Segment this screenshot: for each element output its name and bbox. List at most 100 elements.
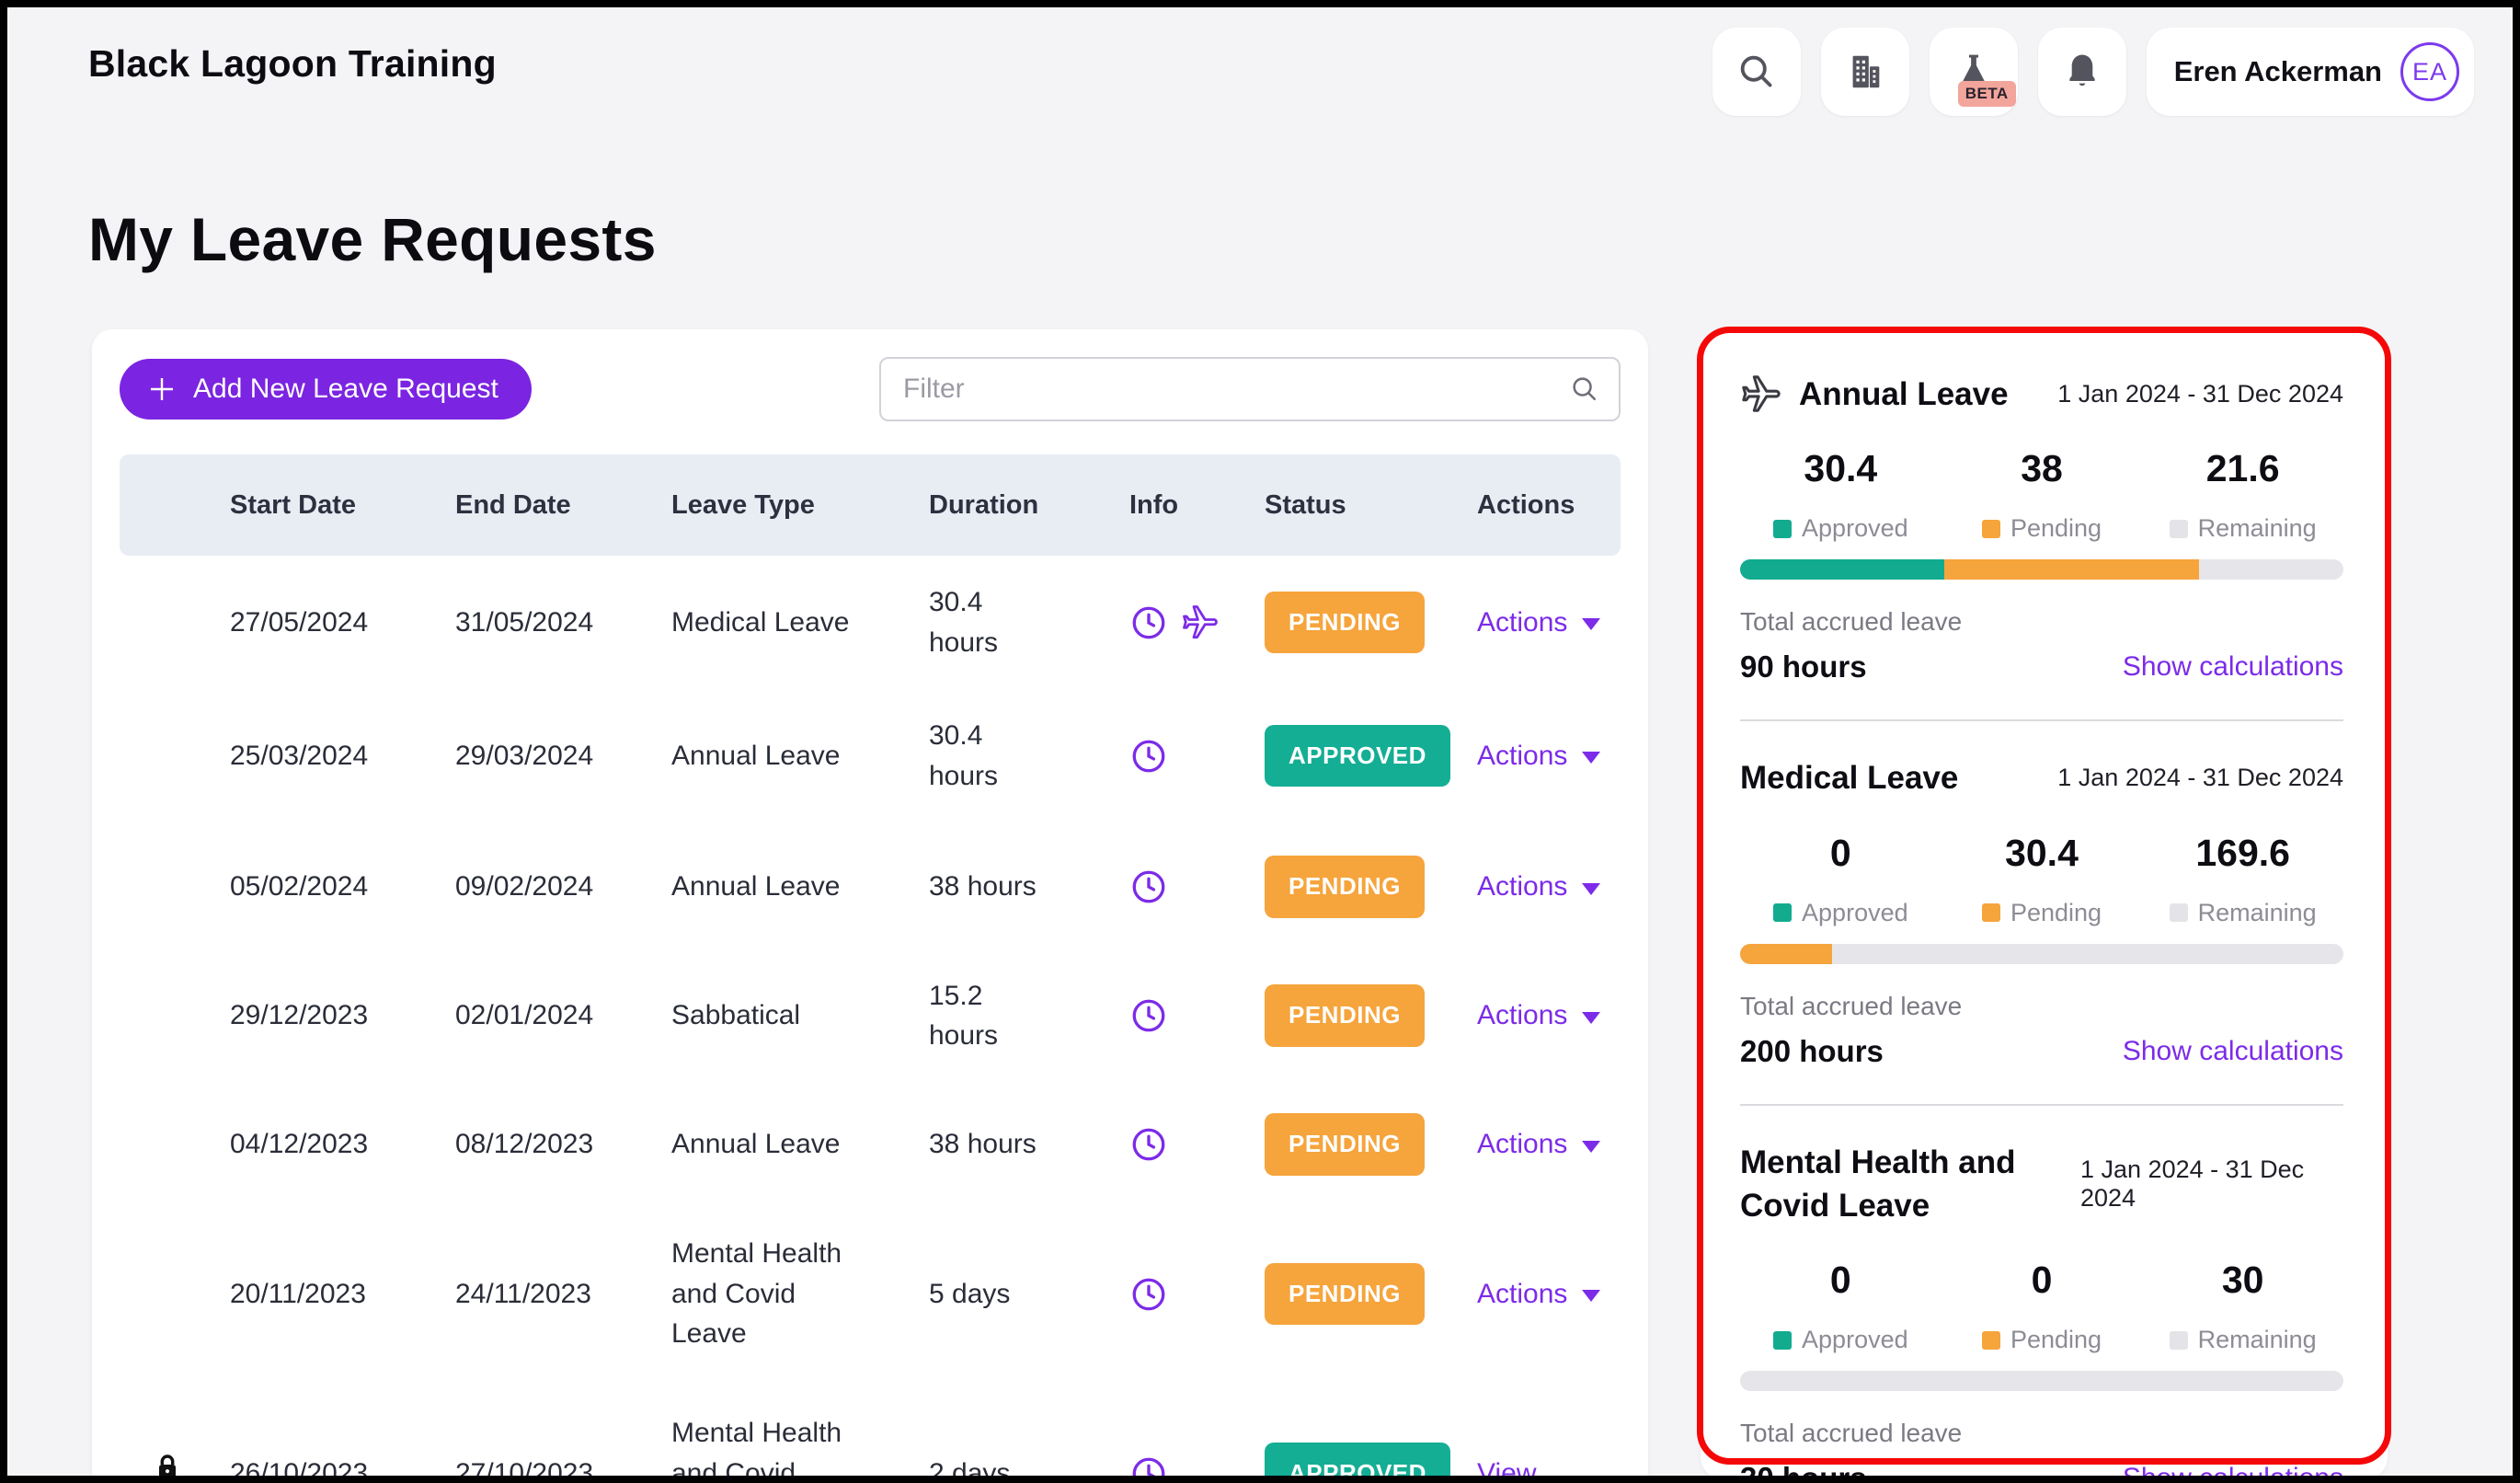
legend-label: Pending xyxy=(2010,514,2102,543)
table-body: 27/05/2024 31/05/2024 Medical Leave 30.4… xyxy=(120,556,1621,1483)
table-toolbar: Add New Leave Request xyxy=(120,357,1621,421)
info-cell xyxy=(1058,737,1196,776)
lock-cell xyxy=(120,1451,193,1476)
legend-label: Pending xyxy=(2010,898,2102,926)
caret-down-icon xyxy=(1582,618,1601,630)
section-period: 1 Jan 2024 - 31 Dec 2024 xyxy=(2057,380,2343,408)
column-header: Actions xyxy=(1477,489,1575,520)
leave-balance-section: Mental Health and Covid Leave 1 Jan 2024… xyxy=(1740,1141,2343,1476)
info-cell xyxy=(1058,1275,1196,1314)
start-date-cell: 26/10/2023 xyxy=(230,1457,369,1483)
legend-swatch xyxy=(1773,903,1793,922)
leave-balance-section: Annual Leave 1 Jan 2024 - 31 Dec 2024 30… xyxy=(1740,373,2343,722)
balance-progress-bar xyxy=(1740,1371,2343,1391)
app-title: Black Lagoon Training xyxy=(88,42,497,85)
table-row: 27/05/2024 31/05/2024 Medical Leave 30.4… xyxy=(120,556,1621,689)
balance-stats: 30.4 38 21.6 xyxy=(1740,447,2343,490)
caret-down-icon xyxy=(1582,1140,1601,1153)
actions-cell: Actions xyxy=(1426,867,1621,907)
actions-dropdown[interactable]: Actions xyxy=(1477,1124,1601,1165)
status-badge: PENDING xyxy=(1265,1262,1425,1326)
page-title: My Leave Requests xyxy=(88,205,657,273)
actions-dropdown[interactable]: Actions xyxy=(1477,736,1601,776)
legend-item: Approved xyxy=(1740,514,1942,543)
legend-swatch xyxy=(2169,903,2188,922)
column-header: Duration xyxy=(929,489,1039,520)
clock-icon xyxy=(1129,996,1168,1035)
actions-dropdown[interactable]: Actions xyxy=(1477,995,1601,1036)
actions-cell: Actions xyxy=(1426,1124,1621,1165)
add-leave-request-button[interactable]: Add New Leave Request xyxy=(120,359,532,420)
search-icon xyxy=(1735,51,1778,93)
status-cell: APPROVED xyxy=(1196,724,1450,787)
actions-dropdown[interactable]: Actions xyxy=(1477,867,1601,907)
show-calculations-link[interactable]: Show calculations xyxy=(2123,1036,2343,1067)
actions-cell: Actions xyxy=(1426,1274,1621,1315)
start-date-cell: 20/11/2023 xyxy=(230,1278,366,1309)
legend-label: Remaining xyxy=(2197,514,2317,543)
leave-type-cell: Annual Leave xyxy=(671,1129,841,1160)
total-accrued-value: 90 hours xyxy=(1740,650,1867,684)
end-date-cell: 29/03/2024 xyxy=(455,740,594,771)
actions-dropdown[interactable]: Actions xyxy=(1477,603,1601,643)
end-date-cell: 31/05/2024 xyxy=(455,606,594,638)
legend-item: Remaining xyxy=(2142,1326,2343,1354)
balance-legend: Approved Pending Remaining xyxy=(1740,899,2343,927)
clock-icon xyxy=(1129,1454,1168,1476)
legend-item: Approved xyxy=(1740,1326,1942,1354)
caret-down-icon xyxy=(1582,1011,1601,1024)
labs-button[interactable]: BETA xyxy=(1929,28,2018,116)
leave-balance-section: Medical Leave 1 Jan 2024 - 31 Dec 2024 0… xyxy=(1740,756,2343,1106)
filter-input[interactable] xyxy=(879,357,1621,421)
actions-dropdown[interactable]: Actions xyxy=(1477,1274,1601,1315)
leave-requests-panel: Add New Leave Request Start Date End Date… xyxy=(92,329,1648,1483)
table-row: 26/10/2023 27/10/2023 Mental Health and … xyxy=(120,1379,1621,1483)
legend-label: Remaining xyxy=(2197,1326,2317,1353)
show-calculations-link[interactable]: Show calculations xyxy=(2123,1463,2343,1476)
clock-icon xyxy=(1129,1125,1168,1164)
balance-progress-bar xyxy=(1740,559,2343,581)
view-link[interactable]: View xyxy=(1477,1454,1536,1476)
duration-cell: 15.2 hours xyxy=(929,980,999,1052)
column-header: Info xyxy=(1129,489,1179,520)
legend-item: Pending xyxy=(1942,1326,2143,1354)
beta-badge: BETA xyxy=(1957,81,2016,107)
info-cell xyxy=(1058,996,1196,1035)
section-title: Mental Health and Covid Leave xyxy=(1740,1144,2016,1224)
avatar: EA xyxy=(2400,42,2459,101)
section-divider xyxy=(1740,1103,2343,1106)
clock-icon xyxy=(1129,737,1168,776)
info-cell xyxy=(1058,1454,1196,1476)
legend-label: Approved xyxy=(1802,514,1908,543)
status-badge: PENDING xyxy=(1265,984,1425,1047)
start-date-cell: 29/12/2023 xyxy=(230,1000,369,1031)
pending-value: 30.4 xyxy=(2005,831,2079,874)
search-button[interactable] xyxy=(1712,28,1801,116)
pending-value: 38 xyxy=(2021,447,2063,490)
total-accrued-label: Total accrued leave xyxy=(1740,991,1963,1020)
status-cell: PENDING xyxy=(1196,1262,1426,1326)
start-date-cell: 25/03/2024 xyxy=(230,740,369,771)
remaining-value: 169.6 xyxy=(2195,831,2290,874)
notifications-button[interactable] xyxy=(2037,28,2126,116)
balance-stats: 0 0 30 xyxy=(1740,1259,2343,1302)
actions-cell: Actions xyxy=(1426,995,1621,1036)
total-accrued-label: Total accrued leave xyxy=(1740,1419,1963,1447)
info-cell xyxy=(1058,1125,1196,1164)
end-date-cell: 27/10/2023 xyxy=(455,1457,594,1483)
legend-item: Pending xyxy=(1942,899,2143,927)
lock-icon xyxy=(151,1451,184,1476)
legend-swatch xyxy=(2169,1330,2188,1350)
clock-icon xyxy=(1129,1275,1168,1314)
organisation-button[interactable] xyxy=(1820,28,1909,116)
section-period: 1 Jan 2024 - 31 Dec 2024 xyxy=(2080,1155,2305,1212)
section-divider xyxy=(1740,719,2343,722)
column-header: Start Date xyxy=(230,489,356,520)
building-icon xyxy=(1844,51,1886,93)
clock-icon xyxy=(1129,868,1168,906)
user-menu[interactable]: Eren Ackerman EA xyxy=(2146,28,2474,116)
show-calculations-link[interactable]: Show calculations xyxy=(2123,651,2343,683)
plane-icon xyxy=(1740,374,1782,416)
start-date-cell: 27/05/2024 xyxy=(230,606,369,638)
table-row: 04/12/2023 08/12/2023 Annual Leave 38 ho… xyxy=(120,1080,1621,1209)
